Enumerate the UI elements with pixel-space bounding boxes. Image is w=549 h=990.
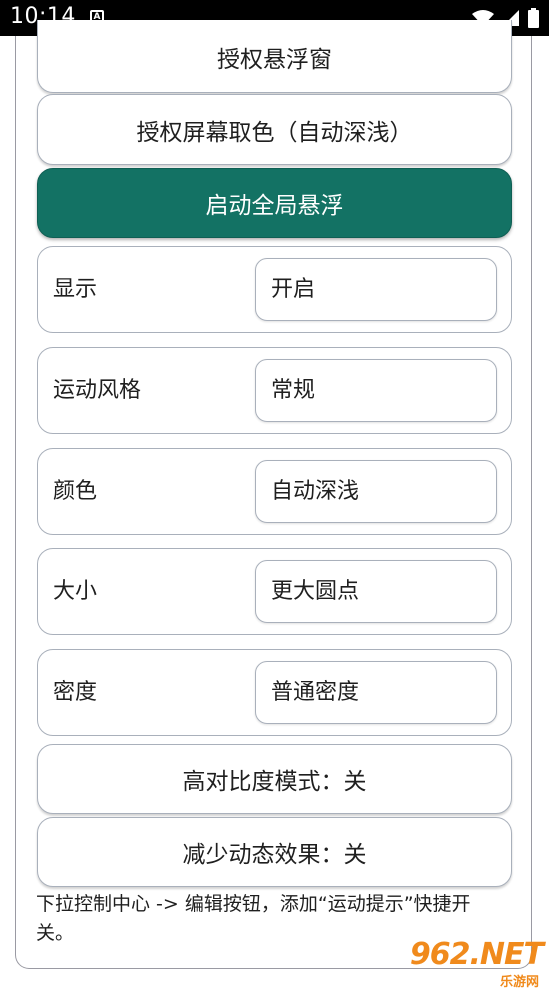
watermark-sub: 乐游网 [499,975,539,990]
battery-icon [528,8,539,28]
high-contrast-toggle[interactable]: 高对比度模式：关 [37,744,512,814]
setting-label: 颜色 [53,479,98,504]
reduce-motion-toggle[interactable]: 减少动态效果：关 [37,817,512,887]
setting-row-motion-style: 运动风格 常规 [37,347,512,434]
setting-label: 显示 [53,277,98,302]
setting-row-color: 颜色 自动深浅 [37,448,512,535]
watermark-logo: 962.NET 乐游网 [409,937,544,990]
color-select[interactable]: 自动深浅 [255,460,497,523]
setting-row-density: 密度 普通密度 [37,649,512,736]
authorize-overlay-button[interactable]: 授权悬浮窗 [37,20,512,93]
density-select[interactable]: 普通密度 [255,661,497,724]
authorize-color-button[interactable]: 授权屏幕取色（自动深浅） [37,94,512,165]
start-overlay-button[interactable]: 启动全局悬浮 [37,168,512,238]
setting-row-size: 大小 更大圆点 [37,548,512,635]
motion-style-select[interactable]: 常规 [255,359,497,422]
setting-label: 运动风格 [53,378,142,403]
display-select[interactable]: 开启 [255,258,497,321]
setting-label: 大小 [53,579,98,604]
setting-row-display: 显示 开启 [37,246,512,333]
watermark-text: 962.NET [409,937,544,972]
setting-label: 密度 [53,680,98,705]
size-select[interactable]: 更大圆点 [255,560,497,623]
